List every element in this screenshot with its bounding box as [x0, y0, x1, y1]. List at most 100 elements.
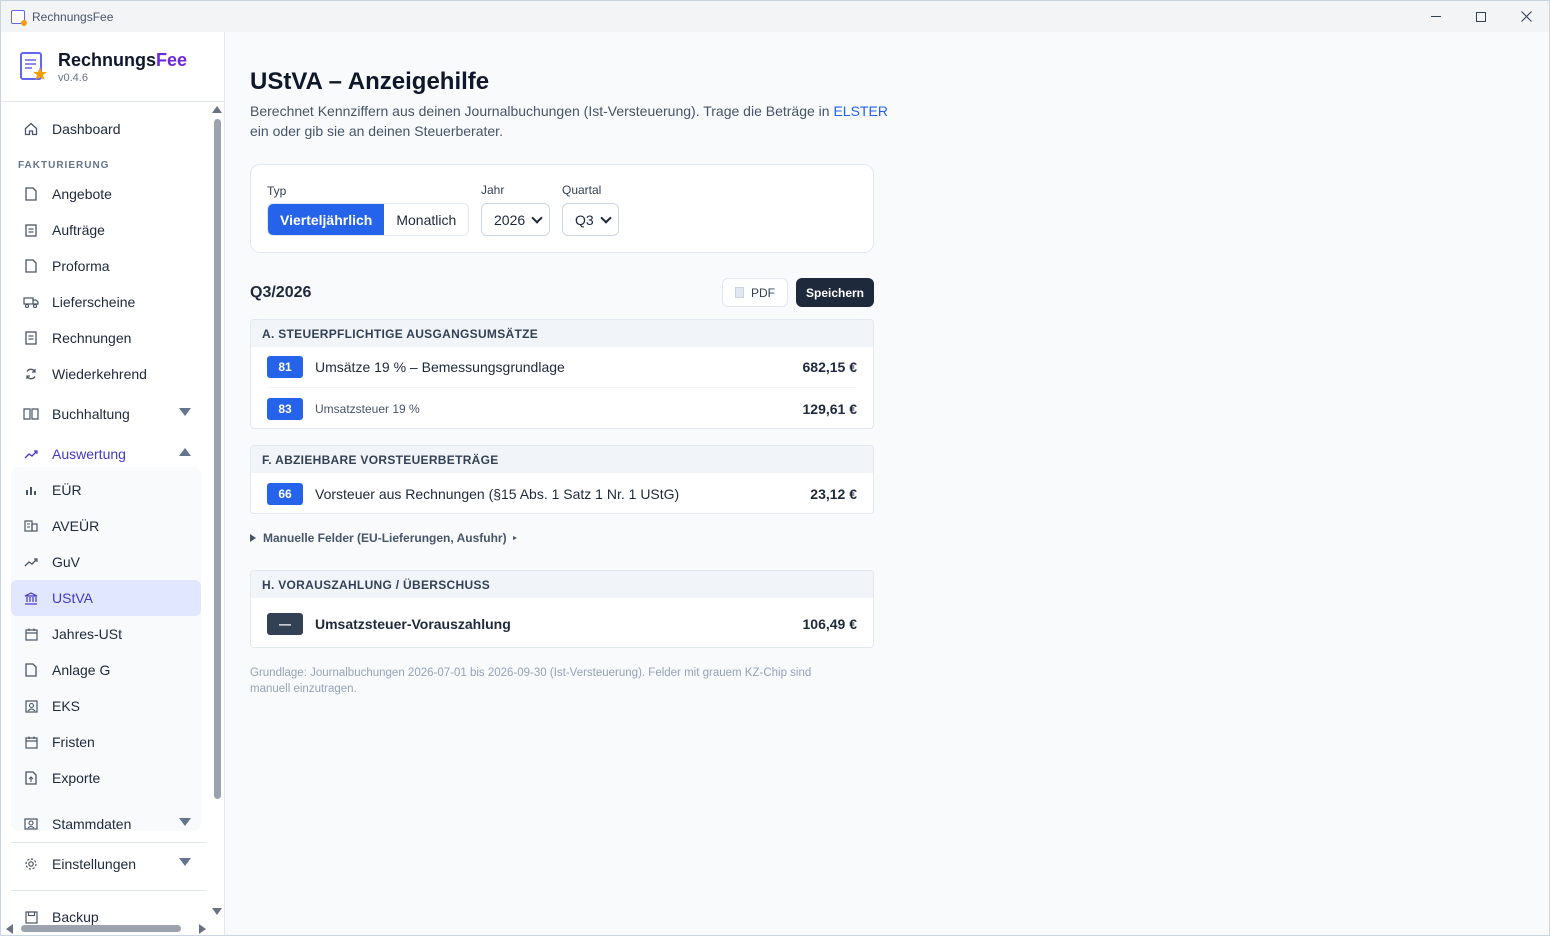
calendar-icon [23, 626, 39, 642]
scroll-up-icon[interactable] [212, 106, 222, 113]
id-card-icon [23, 698, 39, 714]
logo-icon [20, 52, 47, 80]
sidebar-item-aveuer[interactable]: AVEÜR [11, 508, 201, 544]
sidebar-item-auftraege[interactable]: Aufträge [11, 212, 201, 248]
section-f: F. ABZIEHBARE VORSTEUERBETRÄGE 66 Vorste… [250, 445, 874, 514]
minimize-icon [1431, 16, 1441, 17]
sidebar-item-eks[interactable]: EKS [11, 688, 201, 724]
chevron-down-icon [179, 818, 191, 826]
sidebar-item-wiederkehrend[interactable]: Wiederkehrend [11, 356, 201, 392]
trend-up-icon [23, 554, 39, 570]
sidebar-item-rechnungen[interactable]: Rechnungen [11, 320, 201, 356]
sidebar-item-auswertung[interactable]: Auswertung [11, 436, 201, 472]
sidebar-item-proforma[interactable]: Proforma [11, 248, 201, 284]
maximize-button[interactable] [1458, 1, 1504, 32]
page-title: UStVA – Anzeigehilfe [250, 68, 490, 95]
home-icon [23, 121, 39, 137]
kz-label: Umsatzsteuer-Vorauszahlung [315, 616, 511, 632]
pdf-button-label: PDF [751, 285, 775, 300]
kz-value: 23,12 € [810, 485, 857, 502]
minimize-button[interactable] [1413, 1, 1459, 32]
jahr-label: Jahr [481, 183, 505, 197]
divider [11, 890, 207, 891]
section-a: A. STEUERPFLICHTIGE AUSGANGSUMSÄTZE 81 U… [250, 319, 874, 429]
quartal-select[interactable]: Q3 [562, 203, 619, 236]
kz-chip: 81 [267, 356, 303, 378]
repeat-icon [23, 366, 39, 382]
quartal-value: Q3 [575, 211, 594, 228]
sidebar-item-exporte[interactable]: Exporte [11, 760, 201, 796]
truck-icon [23, 294, 39, 310]
jahr-select[interactable]: 2026 [481, 203, 550, 236]
title-bar: RechnungsFee [1, 1, 1549, 32]
scroll-right-icon[interactable] [199, 924, 206, 934]
sidebar-item-lieferscheine[interactable]: Lieferscheine [11, 284, 201, 320]
period-heading: Q3/2026 [250, 284, 312, 301]
jahr-value: 2026 [494, 211, 526, 228]
sidebar-item-label: GuV [52, 554, 81, 570]
quartal-label: Quartal [562, 183, 602, 197]
scroll-left-icon[interactable] [6, 924, 13, 934]
manual-fields-label: Manuelle Felder (EU-Lieferungen, Ausfuhr… [263, 531, 507, 545]
sidebar-item-label: Aufträge [52, 222, 105, 238]
page-description: Berechnet Kennziffern aus deinen Journal… [250, 103, 888, 139]
scroll-thumb[interactable] [21, 925, 181, 932]
sidebar-item-label: Fristen [52, 734, 95, 750]
sidebar-vertical-scrollbar[interactable] [211, 103, 223, 918]
app-window: RechnungsFee RechnungsFee v0.4.6 Dashboa… [0, 0, 1550, 936]
scroll-down-icon[interactable] [212, 908, 222, 915]
sidebar-item-label: Lieferscheine [52, 294, 136, 310]
section-a-title: A. STEUERPFLICHTIGE AUSGANGSUMSÄTZE [251, 320, 873, 347]
save-button[interactable]: Speichern [796, 278, 874, 307]
manual-fields-toggle[interactable]: Manuelle Felder (EU-Lieferungen, Ausfuhr… [250, 531, 517, 545]
sidebar-item-label: Stammdaten [52, 816, 132, 832]
typ-option-vierteljaehrlich[interactable]: Vierteljährlich [268, 204, 385, 235]
table-row: 81 Umsätze 19 % – Bemessungsgrundlage 68… [267, 347, 857, 388]
export-icon [23, 770, 39, 786]
sidebar-horizontal-scrollbar[interactable] [1, 922, 211, 934]
kz-chip: — [267, 613, 303, 635]
sidebar-item-einstellungen[interactable]: Einstellungen [11, 846, 201, 882]
document-icon [23, 662, 39, 678]
section-h-title: H. VORAUSZAHLUNG / ÜBERSCHUSS [251, 571, 873, 598]
close-button[interactable] [1503, 1, 1549, 32]
sidebar-item-angebote[interactable]: Angebote [11, 176, 201, 212]
sidebar-item-buchhaltung[interactable]: Buchhaltung [11, 396, 201, 432]
kz-value: 129,61 € [802, 400, 858, 417]
building-icon [23, 518, 39, 534]
sidebar-item-label: UStVA [52, 590, 93, 606]
pdf-icon [735, 287, 744, 298]
app-icon [11, 9, 27, 26]
scroll-thumb[interactable] [214, 119, 221, 799]
kz-label: Vorsteuer aus Rechnungen (§15 Abs. 1 Sat… [315, 485, 680, 502]
sidebar-item-label: Anlage G [52, 662, 111, 678]
sidebar-item-label: EÜR [52, 482, 82, 498]
divider [11, 842, 207, 843]
typ-option-monatlich[interactable]: Monatlich [384, 204, 469, 235]
sidebar-item-stammdaten[interactable]: Stammdaten [11, 806, 201, 842]
sidebar: RechnungsFee v0.4.6 Dashboard FAKTURIERU… [1, 32, 225, 935]
sidebar-item-jahres-ust[interactable]: Jahres-USt [11, 616, 201, 652]
kz-chip: 66 [267, 482, 303, 505]
bar-chart-icon [23, 482, 39, 498]
sidebar-item-guv[interactable]: GuV [11, 544, 201, 580]
bank-icon [23, 590, 39, 606]
kz-label: Umsätze 19 % – Bemessungsgrundlage [315, 359, 565, 375]
gear-icon [23, 856, 39, 872]
section-h: H. VORAUSZAHLUNG / ÜBERSCHUSS — Umsatzst… [250, 570, 874, 648]
sidebar-item-ustva[interactable]: UStVA [11, 580, 201, 616]
sidebar-item-dashboard[interactable]: Dashboard [11, 111, 201, 147]
sidebar-item-label: EKS [52, 698, 81, 714]
chevron-down-icon [531, 212, 543, 224]
sidebar-item-euer[interactable]: EÜR [11, 472, 201, 508]
sidebar-item-label: Einstellungen [52, 856, 137, 872]
sidebar-item-anlage-g[interactable]: Anlage G [11, 652, 201, 688]
elster-link[interactable]: ELSTER [833, 103, 887, 119]
kz-value: 682,15 € [802, 359, 858, 375]
sidebar-item-label: Jahres-USt [52, 626, 123, 642]
pdf-button[interactable]: PDF [722, 278, 788, 307]
sidebar-item-fristen[interactable]: Fristen [11, 724, 201, 760]
footnote: Grundlage: Journalbuchungen 2026-07-01 b… [250, 667, 812, 695]
maximize-icon [1476, 11, 1486, 22]
section-f-title: F. ABZIEHBARE VORSTEUERBETRÄGE [251, 446, 873, 473]
